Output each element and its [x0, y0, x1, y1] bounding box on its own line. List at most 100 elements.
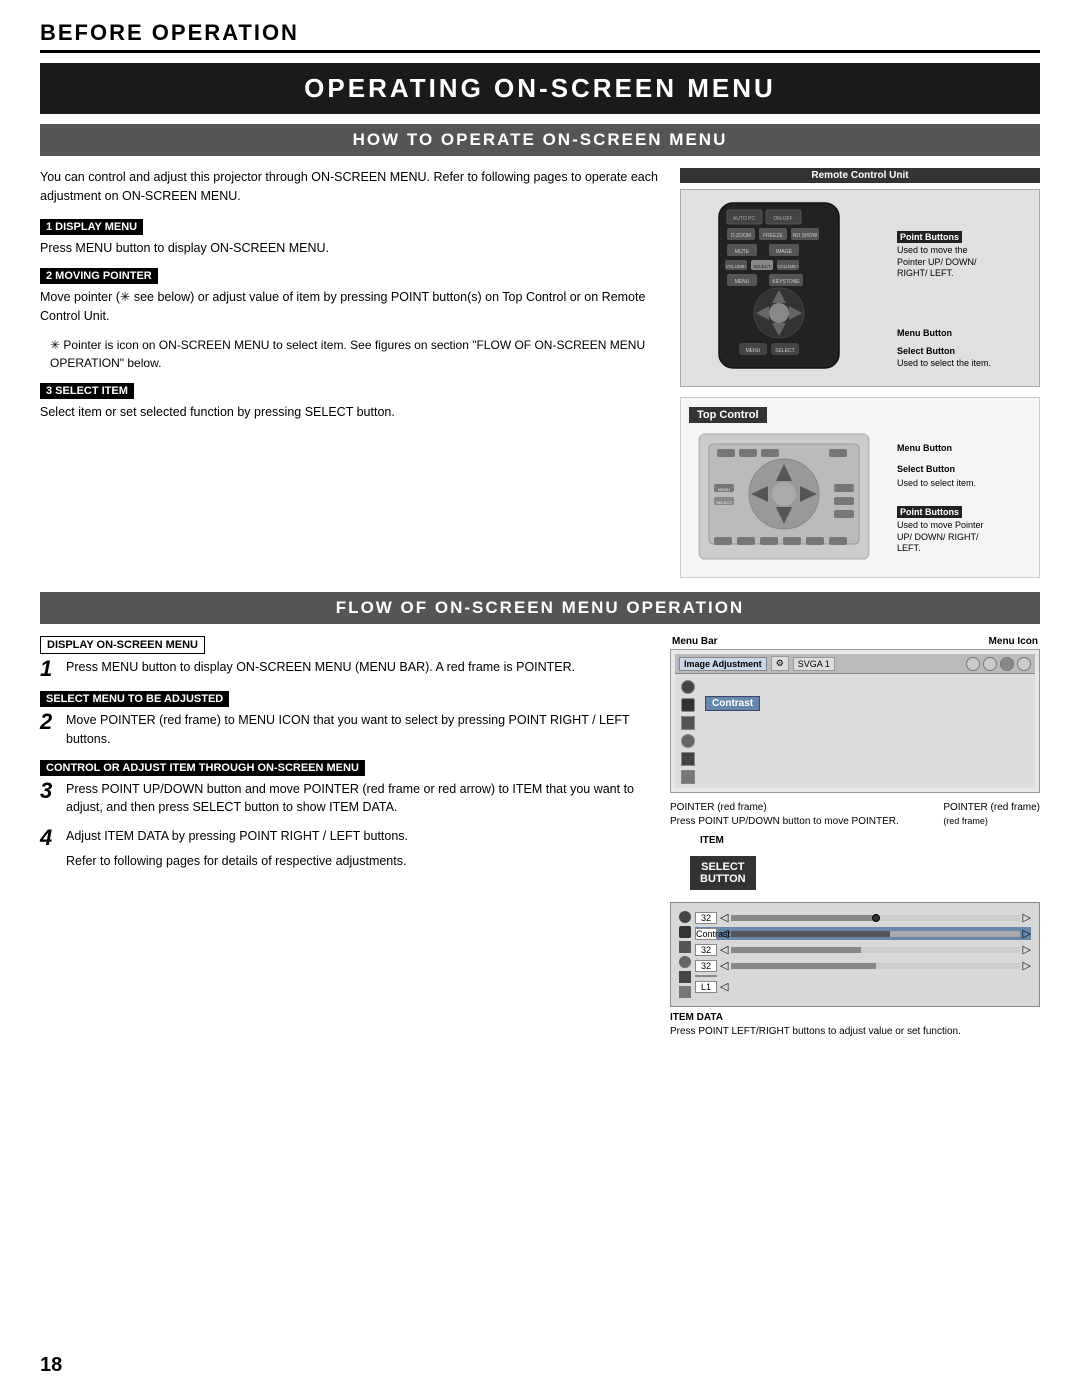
icon-contrast	[681, 698, 695, 712]
bottom-icon-2	[679, 926, 691, 938]
step4-num: 4	[40, 827, 58, 849]
moving-pointer-label: 2 Moving Pointer	[40, 268, 158, 284]
step3-section: Control or adjust item through ON-SCREEN…	[40, 759, 650, 818]
step4-text1: Adjust ITEM DATA by pressing POINT RIGHT…	[66, 827, 650, 846]
bottom-icon-1	[679, 911, 691, 923]
data-val-5	[695, 975, 717, 977]
step4-section: 4 Adjust ITEM DATA by pressing POINT RIG…	[40, 827, 650, 871]
svg-text:ON-OFF: ON-OFF	[773, 216, 792, 222]
section1-intro: You can control and adjust this projecto…	[40, 168, 660, 206]
data-bar-3	[731, 947, 1019, 953]
menu-bar-item-svga: SVGA 1	[793, 657, 835, 671]
contrast-highlighted: Contrast	[705, 696, 760, 711]
svg-text:FREEZE: FREEZE	[763, 233, 783, 239]
remote-annotations: Point Buttons Used to move the Pointer U…	[897, 198, 997, 368]
menu-bar: Image Adjustment ⚙ SVGA 1	[675, 654, 1035, 674]
step2-text: Move POINTER (red frame) to MENU ICON th…	[66, 711, 650, 749]
menu-bar-item-image: Image Adjustment	[679, 657, 767, 671]
point-buttons-label2: Point Buttons	[897, 506, 962, 518]
select-item-text: Select item or set selected function by …	[40, 403, 660, 422]
step2-num: 2	[40, 711, 58, 733]
step1-num: 1	[40, 658, 58, 680]
item-data-desc: Press POINT LEFT/RIGHT buttons to adjust…	[670, 1025, 1040, 1039]
pointer-annotation: POINTER (red frame) Press POINT UP/DOWN …	[670, 801, 933, 829]
section1-title: How to Operate On-Screen Menu	[40, 130, 1040, 150]
flow-two-col: Display ON-SCREEN MENU 1 Press MENU butt…	[40, 636, 1040, 1039]
step3-text: Press POINT UP/DOWN button and move POIN…	[66, 780, 650, 818]
bottom-icon-3	[679, 941, 691, 953]
data-arrow-2r: ▷	[1023, 927, 1031, 940]
data-val-contrast: Contrast	[695, 928, 717, 940]
svg-text:VOLUME-: VOLUME-	[726, 264, 747, 269]
svg-text:IMAGE: IMAGE	[776, 249, 793, 255]
data-arrow-6: ◁	[720, 980, 728, 993]
display-menu-section: 1 Display Menu Press MENU button to disp…	[40, 218, 660, 258]
data-bar-4	[731, 963, 1019, 969]
svg-text:VOLUME+: VOLUME+	[777, 264, 799, 269]
point-buttons-annotation: Point Buttons Used to move the Pointer U…	[897, 228, 997, 280]
data-arrow-1r: ▷	[1023, 911, 1031, 924]
data-bar-fill-3	[731, 947, 861, 953]
data-val-6: L1	[695, 981, 717, 993]
pointer-label2: POINTER (red frame)	[943, 801, 1040, 815]
display-menu-label: 1 Display Menu	[40, 219, 143, 235]
moving-pointer-section: 2 Moving Pointer Move pointer (✳ see bel…	[40, 267, 660, 326]
svg-text:MUTE: MUTE	[735, 249, 750, 255]
select-button-remote-label: Select Button	[897, 346, 997, 356]
icon-brightness	[681, 680, 695, 694]
bottom-icons-col	[679, 911, 691, 998]
bottom-screen: 32 ◁ ▷ Contrast ◁	[670, 902, 1040, 1007]
remote-title: Remote Control Unit	[680, 168, 1040, 183]
step4-content: Adjust ITEM DATA by pressing POINT RIGHT…	[66, 827, 650, 871]
top-control-container: Top Control	[680, 397, 1040, 578]
data-bar-fill-4	[731, 963, 875, 969]
svg-text:SELECT: SELECT	[775, 348, 794, 354]
page-number: 18	[40, 1354, 62, 1377]
bottom-icon-5	[679, 971, 691, 983]
step4-text2: Refer to following pages for details of …	[66, 852, 650, 871]
data-arrow-3: ◁	[720, 943, 728, 956]
moving-pointer-text: Move pointer (✳ see below) or adjust val…	[40, 288, 660, 326]
item-data-annotations: ITEM DATA Press POINT LEFT/RIGHT buttons…	[670, 1011, 1040, 1039]
data-row-3: 32 ◁ ▷	[695, 943, 1031, 956]
section1-left-col: You can control and adjust this projecto…	[40, 168, 660, 578]
data-row-5	[695, 975, 1031, 977]
page-header: Before Operation	[40, 20, 1040, 53]
section1-header: How to Operate On-Screen Menu	[40, 124, 1040, 156]
menu-icon-1	[966, 657, 980, 671]
pointer-note: ✳ Pointer is icon on ON-SCREEN MENU to s…	[40, 336, 660, 372]
header-title: Before Operation	[40, 20, 1040, 46]
data-arrow-4: ◁	[720, 959, 728, 972]
flow-section-title: Flow of On-Screen Menu Operation	[40, 598, 1040, 618]
display-menu-text: Press MENU button to display ON-SCREEN M…	[40, 239, 660, 258]
data-arrow-2: ◁	[720, 927, 728, 940]
main-title: Operating On-Screen Menu	[40, 73, 1040, 104]
bottom-icon-6	[679, 986, 691, 998]
step2-item: 2 Move POINTER (red frame) to MENU ICON …	[40, 711, 650, 749]
step1-section: Display ON-SCREEN MENU 1 Press MENU butt…	[40, 636, 650, 680]
top-screen-annotations: POINTER (red frame) Press POINT UP/DOWN …	[670, 801, 1040, 829]
menu-bar-icon-group	[966, 657, 1031, 671]
icon-other	[681, 770, 695, 784]
svg-text:SELECT: SELECT	[716, 500, 732, 505]
svg-text:NO SHOW: NO SHOW	[793, 233, 818, 239]
step1-text: Press MENU button to display ON-SCREEN M…	[66, 658, 650, 677]
bottom-data-rows: 32 ◁ ▷ Contrast ◁	[695, 911, 1031, 998]
menu-button-top-label: Menu Button	[897, 443, 952, 453]
menu-icon-label: Menu Icon	[989, 636, 1038, 647]
step2-section: Select Menu to be adjusted 2 Move POINTE…	[40, 690, 650, 749]
top-control-title: Top Control	[689, 407, 767, 423]
data-arrow-4r: ▷	[1023, 959, 1031, 972]
data-bar-fill-2	[731, 931, 889, 937]
menu-bar-icon1: ⚙	[771, 656, 789, 671]
select-button-area: SELECT BUTTON	[670, 850, 1040, 896]
data-bar-dot-1	[872, 914, 880, 922]
icon-color	[681, 716, 695, 730]
data-bar-1	[731, 915, 1019, 921]
step2-label: Select Menu to be adjusted	[40, 691, 229, 707]
menu-icon-4	[1017, 657, 1031, 671]
remote-svg: AUTO PC ON-OFF D.ZOOM FREEZE NO SHOW MUT…	[689, 198, 889, 378]
flow-section-header: Flow of On-Screen Menu Operation	[40, 592, 1040, 624]
item-icons-col	[681, 678, 695, 784]
icon-tint	[681, 734, 695, 748]
